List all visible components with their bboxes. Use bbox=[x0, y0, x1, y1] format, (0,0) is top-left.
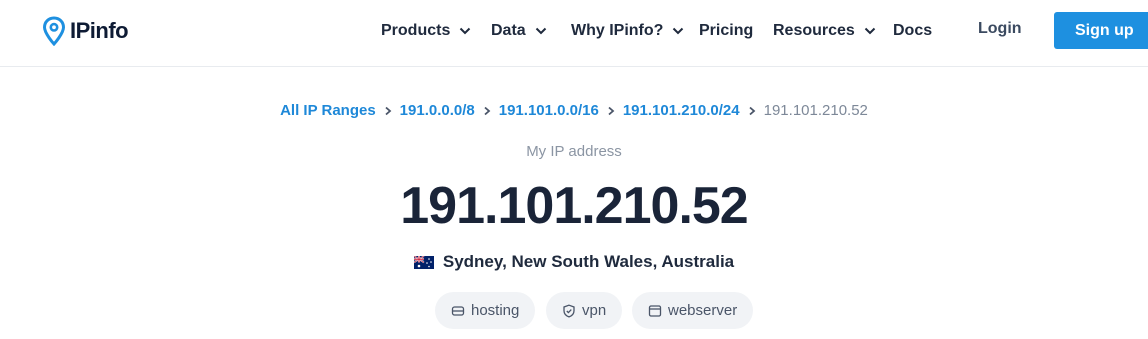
breadcrumb-current: 191.101.210.52 bbox=[763, 102, 868, 119]
shield-check-icon bbox=[563, 304, 575, 318]
chevron-down-icon bbox=[460, 27, 471, 35]
tag-vpn[interactable]: vpn bbox=[546, 292, 623, 329]
server-icon bbox=[451, 305, 465, 316]
ipinfo-logo[interactable]: IPinfo bbox=[42, 15, 129, 47]
nav-item-data[interactable]: Data bbox=[491, 20, 547, 42]
tag-label: webserver bbox=[668, 302, 738, 319]
nav-item-label: Docs bbox=[893, 22, 933, 39]
breadcrumb-link-range-16[interactable]: 191.101.0.0/16 bbox=[499, 102, 599, 119]
tag-label: hosting bbox=[471, 302, 520, 319]
chevron-right-icon bbox=[749, 106, 755, 115]
breadcrumb: All IP Ranges 191.0.0.0/8 191.101.0.0/16… bbox=[0, 102, 1148, 119]
nav-item-label: Data bbox=[491, 22, 526, 39]
chevron-right-icon bbox=[385, 106, 392, 115]
breadcrumb-link-range-24[interactable]: 191.101.210.0/24 bbox=[623, 102, 740, 119]
tag-webserver[interactable]: webserver bbox=[632, 292, 754, 329]
nav-item-pricing[interactable]: Pricing bbox=[699, 20, 753, 42]
nav-item-label: Products bbox=[381, 22, 451, 39]
nav-item-label: Why IPinfo? bbox=[571, 22, 664, 39]
nav-item-products[interactable]: Products bbox=[381, 20, 471, 42]
australia-flag-icon bbox=[413, 255, 434, 269]
login-link[interactable]: Login bbox=[978, 20, 1022, 38]
location-line: Sydney, New South Wales, Australia bbox=[0, 252, 1148, 272]
ip-address-heading: 191.101.210.52 bbox=[400, 177, 748, 235]
breadcrumb-link-all-ip-ranges[interactable]: All IP Ranges bbox=[280, 102, 376, 119]
location-text: Sydney, New South Wales, Australia bbox=[442, 252, 735, 271]
chevron-down-icon bbox=[535, 27, 546, 35]
chevron-right-icon bbox=[608, 106, 615, 115]
browser-window-icon bbox=[648, 304, 662, 317]
chevron-down-icon bbox=[673, 27, 684, 35]
chevron-right-icon bbox=[484, 106, 491, 115]
brand-name: IPinfo bbox=[70, 18, 129, 43]
nav-item-why-ipinfo[interactable]: Why IPinfo? bbox=[571, 20, 684, 42]
location-pin-icon bbox=[42, 16, 66, 46]
nav-item-resources[interactable]: Resources bbox=[773, 20, 876, 42]
tag-hosting[interactable]: hosting bbox=[435, 292, 536, 329]
nav-item-label: Resources bbox=[773, 22, 855, 39]
breadcrumb-link-range-8[interactable]: 191.0.0.0/8 bbox=[400, 102, 475, 119]
tag-label: vpn bbox=[582, 302, 607, 319]
top-navbar: IPinfo Products Data Why IPinfo? Pricing… bbox=[0, 0, 1148, 67]
chevron-down-icon bbox=[864, 27, 876, 35]
page-subtitle: My IP address bbox=[526, 143, 622, 160]
nav-item-label: Pricing bbox=[699, 22, 754, 39]
nav-item-docs[interactable]: Docs bbox=[893, 20, 932, 42]
ip-tags: hosting vpn webserver bbox=[0, 292, 1148, 330]
sign-up-button[interactable]: Sign up bbox=[1054, 12, 1148, 49]
